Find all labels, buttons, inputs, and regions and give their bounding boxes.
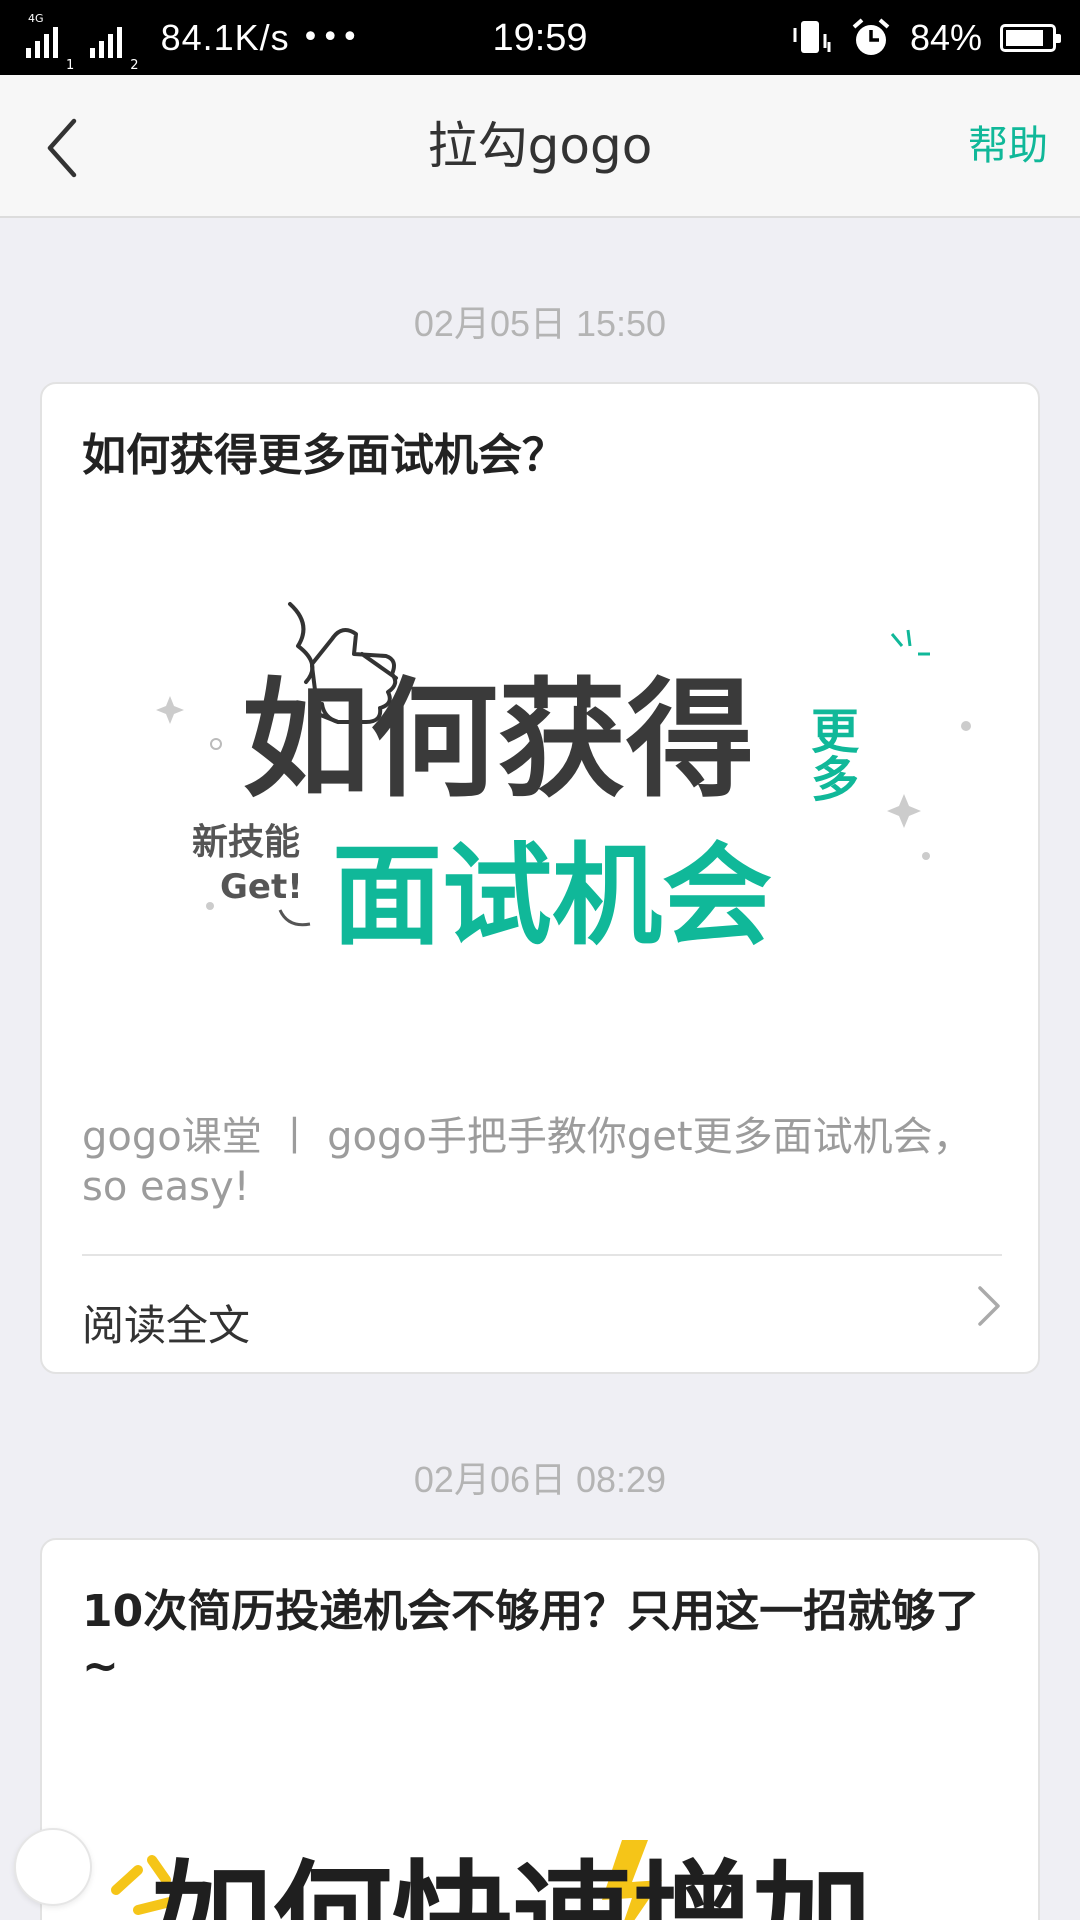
battery-icon [1000,23,1061,52]
battery-fill [1006,29,1043,46]
cover-line1-side: 更多 [802,706,859,802]
article-card[interactable]: 如何获得更多面试机会？ 如何获得 更多 面试机会 新技能 Get! gogo课堂… [40,382,1040,1374]
message-timestamp: 02月06日 08:29 [413,1459,667,1500]
navigation-bar: 拉勾gogo 帮助 [0,75,1080,218]
read-more-link[interactable]: 阅读全文 [82,1292,250,1353]
help-button[interactable]: 帮助 [968,75,1048,218]
card-divider [82,1254,1002,1256]
status-right: 84% [790,0,1061,75]
article-cover-image: 如何快速增加 [111,1840,872,1920]
message-timestamp: 02月05日 15:50 [413,303,667,344]
article-title: 10次简历投递机会不够用？只用这一招就够了~ [82,1586,980,1692]
article-description: gogo课堂 丨 gogo手把手教你get更多面试机会，so easy! [82,1114,973,1210]
article-title: 如何获得更多面试机会？ [82,430,566,481]
chevron-right-icon[interactable] [974,1284,1004,1328]
status-bar: 4G 1 2 84.1K/s ••• 19:59 84% [0,0,1080,75]
article-card[interactable]: 10次简历投递机会不够用？只用这一招就够了~ 如何快速增加 [40,1538,1040,1920]
article-cover-image: 如何获得 更多 面试机会 新技能 Get! [156,602,971,960]
alarm-icon [852,17,890,55]
battery-percent: 84% [909,16,982,58]
cover-line1: 如何获得 [242,666,754,815]
cover-text: 如何快速增加 [152,1850,872,1920]
floating-assistant-button[interactable] [14,1828,92,1906]
vibrate-icon [793,20,831,53]
cover-badge-top: 新技能 [192,822,300,863]
cover-badge-bottom: Get! [220,867,303,907]
cover-line2: 面试机会 [332,832,772,960]
page-title: 拉勾gogo [427,117,653,175]
